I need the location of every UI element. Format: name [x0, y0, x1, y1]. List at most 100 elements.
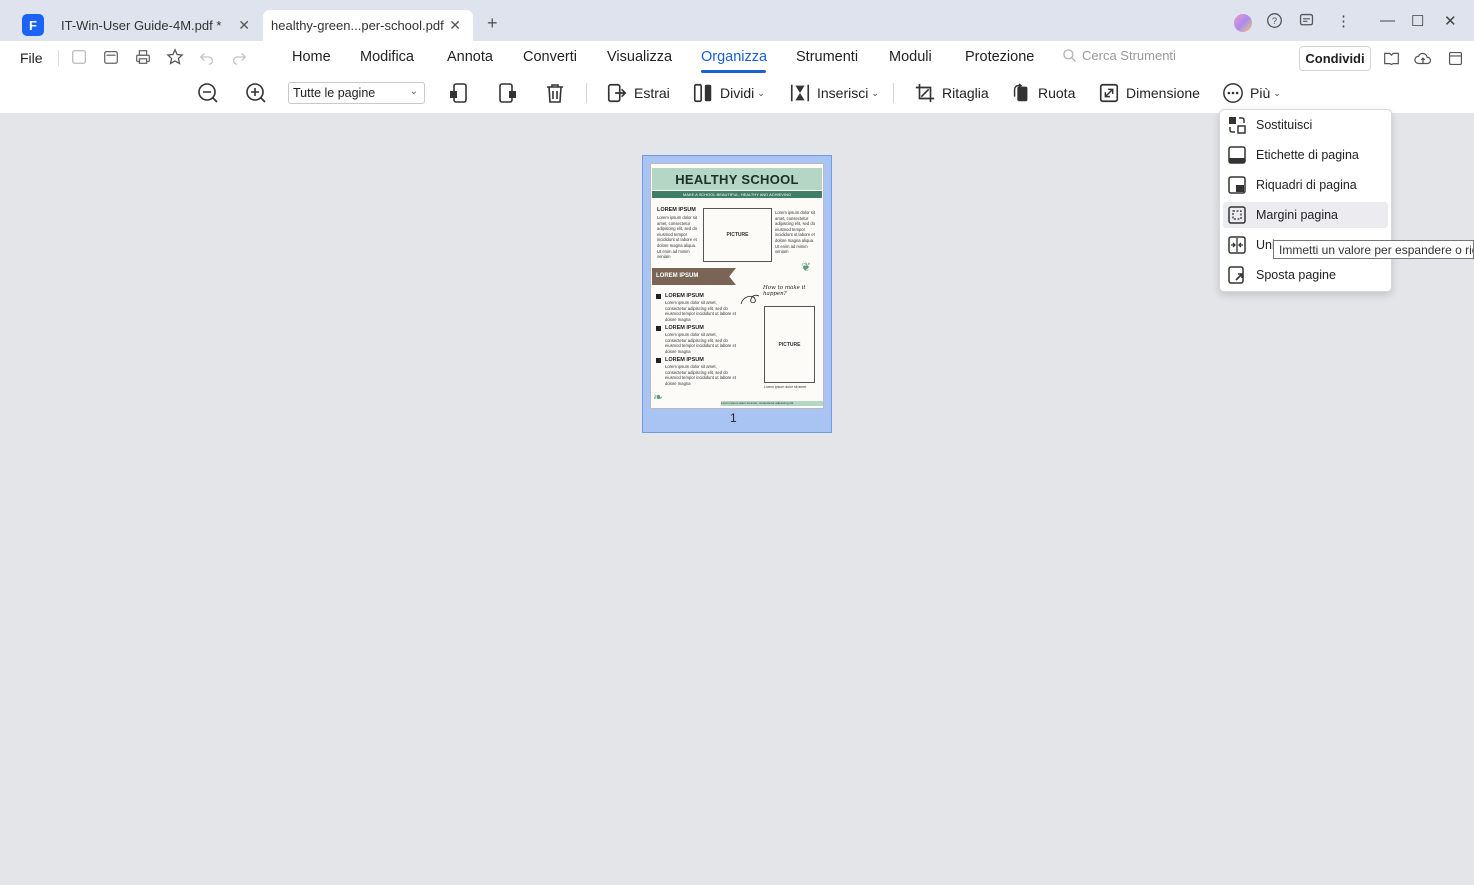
zoom-in-icon[interactable] — [244, 81, 268, 105]
page-thumbnail[interactable]: HEALTHY SCHOOL MAKE A SCHOOL BEAUTIFUL, … — [650, 163, 824, 409]
more-label: Più — [1250, 85, 1271, 101]
feedback-icon[interactable] — [1298, 12, 1315, 33]
menu-item-page-boxes[interactable]: Riquadri di pagina — [1223, 172, 1388, 198]
insert-page-after-icon[interactable] — [496, 81, 520, 105]
rotate-icon — [1013, 83, 1028, 102]
rotate-label: Ruota — [1038, 85, 1076, 101]
thumb-picture-1: PICTURE — [703, 208, 772, 262]
size-button[interactable]: Dimensione — [1098, 81, 1200, 105]
thumb-bullet-text: Lorem ipsum dolor sit amet, consectetur … — [665, 364, 736, 386]
extract-label: Estrai — [634, 85, 670, 101]
reading-mode-icon[interactable] — [1383, 50, 1401, 68]
chevron-down-icon: ⌄ — [1273, 87, 1281, 98]
title-bar: F IT-Win-User Guide-4M.pdf * ✕ healthy-g… — [0, 0, 1474, 41]
insert-page-before-icon[interactable] — [447, 81, 471, 105]
page-range-select[interactable]: Tutte le pagine ⌄ — [288, 82, 425, 104]
bullet-icon — [656, 294, 661, 299]
chevron-down-icon: ⌄ — [871, 87, 879, 98]
thumb-body-left: Lorem ipsum dolor sit amet, consectetur … — [657, 215, 698, 260]
menu-strumenti[interactable]: Strumenti — [796, 49, 858, 65]
redo-icon[interactable] — [230, 48, 248, 66]
more-dropdown-menu: Sostituisci Etichette di pagina Riquadri… — [1219, 109, 1392, 292]
minimize-icon[interactable]: — — [1380, 12, 1395, 29]
extract-button[interactable]: Estrai — [606, 81, 670, 105]
crop-button[interactable]: Ritaglia — [914, 81, 989, 105]
close-icon[interactable]: ✕ — [238, 17, 250, 34]
app-logo-icon: F — [22, 14, 44, 36]
more-vertical-icon[interactable]: ⋮ — [1336, 12, 1351, 30]
menu-item-label: Uni — [1256, 238, 1275, 252]
page-range-value: Tutte le pagine — [293, 86, 376, 100]
maximize-icon[interactable]: ☐ — [1411, 12, 1424, 30]
size-label: Dimensione — [1126, 85, 1200, 101]
zoom-out-icon[interactable] — [196, 81, 220, 105]
menu-item-move-pages[interactable]: Sposta pagine — [1223, 262, 1388, 288]
tab-document-2[interactable]: healthy-green...per-school.pdf ✕ — [263, 10, 473, 41]
menu-item-page-labels[interactable]: Etichette di pagina — [1223, 142, 1388, 168]
cloud-upload-icon[interactable] — [1414, 50, 1432, 68]
divider — [893, 83, 894, 103]
resize-icon — [1099, 83, 1119, 103]
insert-button[interactable]: Inserisci ⌄ — [789, 81, 879, 105]
menu-protezione[interactable]: Protezione — [965, 49, 1034, 65]
search-placeholder: Cerca Strumenti — [1082, 48, 1176, 63]
avatar[interactable] — [1234, 14, 1252, 32]
close-window-icon[interactable]: ✕ — [1444, 12, 1457, 30]
divider — [58, 50, 59, 66]
svg-text:?: ? — [1272, 16, 1277, 26]
menu-item-label: Etichette di pagina — [1256, 148, 1359, 162]
leaf-icon: ❦ — [801, 260, 812, 274]
print-icon[interactable] — [134, 48, 152, 66]
menu-modifica[interactable]: Modifica — [360, 49, 414, 65]
save-icon[interactable] — [70, 48, 88, 66]
undo-icon[interactable] — [198, 48, 216, 66]
menu-item-replace[interactable]: Sostituisci — [1223, 112, 1388, 138]
menu-visualizza[interactable]: Visualizza — [607, 49, 672, 65]
delete-page-icon[interactable] — [543, 81, 567, 105]
replace-icon — [1229, 117, 1246, 134]
chevron-down-icon: ⌄ — [409, 86, 418, 97]
page-margin-icon — [1228, 206, 1246, 224]
search-icon — [1063, 49, 1076, 62]
active-tab-indicator — [701, 70, 766, 73]
menu-item-page-margins[interactable]: Margini pagina — [1223, 202, 1388, 228]
save-as-icon[interactable] — [102, 48, 120, 66]
insert-label: Inserisci — [817, 85, 869, 101]
menu-file[interactable]: File — [20, 50, 43, 66]
menu-organizza[interactable]: Organizza — [701, 49, 767, 65]
leaf-icon: ❧ — [653, 390, 664, 404]
thumb-handwriting: How to make it happen? — [763, 285, 806, 297]
thumb-subtitle: MAKE A SCHOOL BEAUTIFUL, HEALTHY AND ACH… — [652, 191, 822, 198]
menu-moduli[interactable]: Moduli — [889, 49, 932, 65]
page-number: 1 — [730, 411, 737, 425]
thumb-body-right: Lorem ipsum dolor sit amet, consectetur … — [775, 210, 816, 255]
star-icon[interactable] — [166, 48, 184, 66]
share-button[interactable]: Condividi — [1299, 46, 1371, 71]
more-button[interactable]: Più ⌄ — [1222, 81, 1281, 105]
tab-label: IT-Win-User Guide-4M.pdf * — [61, 18, 222, 33]
crop-icon — [915, 83, 935, 103]
crop-label: Ritaglia — [942, 85, 989, 101]
bullet-icon — [656, 326, 661, 331]
arrow-icon — [740, 294, 760, 305]
menu-item-label: Sostituisci — [1256, 118, 1313, 132]
close-icon[interactable]: ✕ — [449, 17, 461, 34]
thumb-bullet-heading: LOREM IPSUM — [665, 293, 704, 299]
panel-toggle-icon[interactable] — [1447, 50, 1465, 68]
chevron-down-icon: ⌄ — [757, 87, 765, 98]
help-icon[interactable]: ? — [1266, 12, 1283, 33]
thumb-bullet-text: Lorem ipsum dolor sit amet, consectetur … — [665, 300, 736, 322]
menu-home[interactable]: Home — [292, 49, 331, 65]
search-tools[interactable]: Cerca Strumenti — [1062, 48, 1176, 63]
page-label-icon — [1228, 146, 1246, 164]
menu-annota[interactable]: Annota — [447, 49, 493, 65]
merge-icon — [1228, 236, 1246, 254]
rotate-button[interactable]: Ruota — [1010, 81, 1075, 105]
split-button[interactable]: Dividi ⌄ — [692, 81, 765, 105]
new-tab-icon[interactable]: + — [487, 13, 498, 34]
tab-document-1[interactable]: IT-Win-User Guide-4M.pdf * ✕ — [52, 10, 262, 41]
split-icon — [693, 83, 712, 103]
thumb-header: HEALTHY SCHOOL — [652, 168, 822, 190]
menu-converti[interactable]: Converti — [523, 49, 577, 65]
thumb-footer: Lorem ipsum dolor sit amet, consectetur … — [721, 401, 823, 406]
